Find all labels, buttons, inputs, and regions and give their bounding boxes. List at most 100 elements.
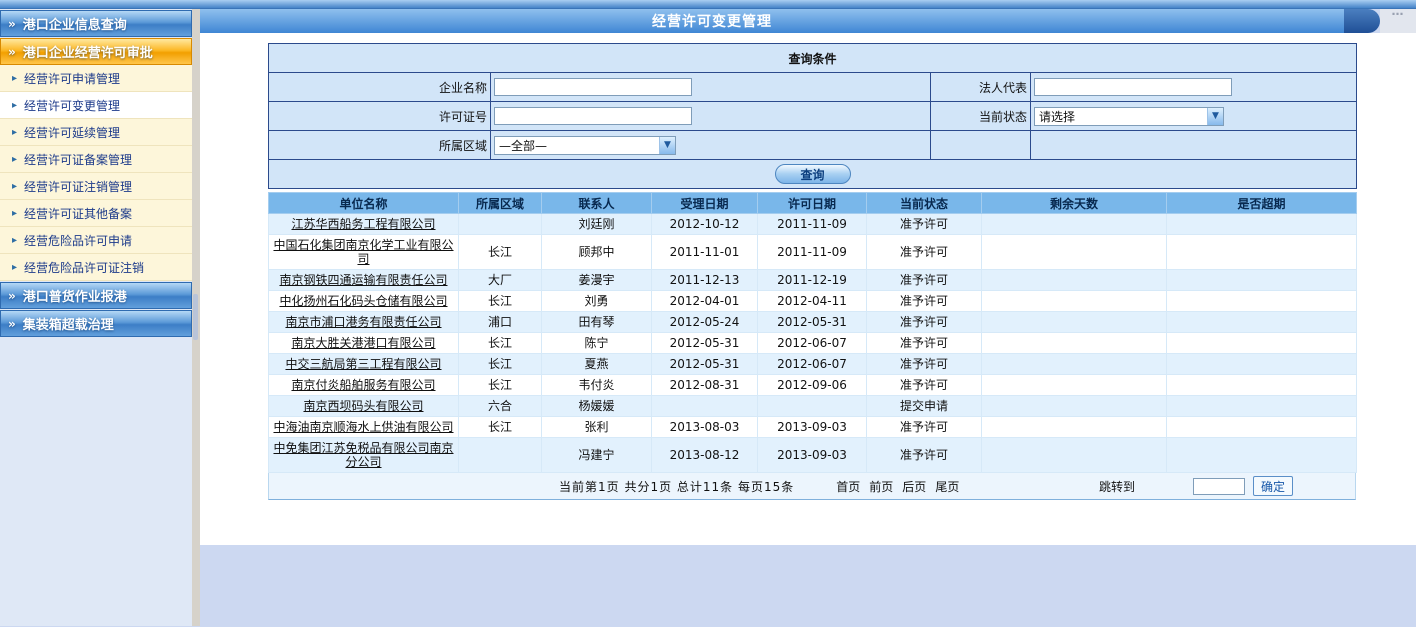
table-cell: 2012-10-12 xyxy=(652,214,758,235)
results-table: 单位名称所属区域联系人受理日期许可日期当前状态剩余天数是否超期 江苏华西船务工程… xyxy=(268,192,1357,473)
sidebar-item[interactable]: ▸ 经营许可延续管理 xyxy=(0,119,192,146)
table-cell: 2011-11-09 xyxy=(758,214,867,235)
page-title: 经营许可变更管理 xyxy=(652,11,772,31)
status-select[interactable]: 请选择 ▼ xyxy=(1034,107,1224,126)
table-cell: 2011-11-09 xyxy=(758,235,867,270)
table-cell xyxy=(982,312,1167,333)
table-cell: 刘勇 xyxy=(542,291,652,312)
company-name-link[interactable]: 中交三航局第三工程有限公司 xyxy=(285,357,441,371)
company-name-link[interactable]: 中化扬州石化码头仓储有限公司 xyxy=(279,294,447,308)
company-name-link[interactable]: 江苏华西船务工程有限公司 xyxy=(291,217,435,231)
table-cell: 2012-04-11 xyxy=(758,291,867,312)
sidebar-item[interactable]: ▸ 经营许可证备案管理 xyxy=(0,146,192,173)
item-arrow-icon: ▸ xyxy=(12,235,17,246)
legal-rep-input[interactable] xyxy=(1034,78,1232,96)
table-cell xyxy=(982,333,1167,354)
company-name-link[interactable]: 南京大胜关港港口有限公司 xyxy=(291,336,435,350)
table-cell: 长江 xyxy=(459,291,542,312)
sidebar-section-label: 集装箱超载治理 xyxy=(23,314,114,333)
license-no-input[interactable] xyxy=(494,107,692,125)
query-form: 查询条件 企业名称 法人代表 许可证号 当前状态 请选择 ▼ xyxy=(268,43,1357,189)
table-cell: 准予许可 xyxy=(867,354,982,375)
company-name-link[interactable]: 南京市浦口港务有限责任公司 xyxy=(285,315,441,329)
table-cell: 长江 xyxy=(459,354,542,375)
region-label: 所属区域 xyxy=(269,131,491,160)
last-page-link[interactable]: 尾页 xyxy=(935,478,959,495)
sidebar-section[interactable]: »港口企业经营许可审批 xyxy=(0,38,192,65)
item-arrow-icon: ▸ xyxy=(12,262,17,273)
content-panel: 查询条件 企业名称 法人代表 许可证号 当前状态 请选择 ▼ xyxy=(200,33,1416,545)
sidebar-item[interactable]: ▸经营危险品许可证注销 xyxy=(0,254,192,281)
company-name-link[interactable]: 中免集团江苏免税品有限公司南京分公司 xyxy=(273,441,453,469)
title-bar-blue: 经营许可变更管理 xyxy=(200,9,1344,33)
table-cell: 浦口 xyxy=(459,312,542,333)
license-no-label: 许可证号 xyxy=(269,102,491,131)
table-cell: 2012-06-07 xyxy=(758,354,867,375)
sidebar-item[interactable]: ▸经营许可申请管理 xyxy=(0,65,192,92)
table-cell: 准予许可 xyxy=(867,333,982,354)
company-name-link[interactable]: 南京付炎船舶服务有限公司 xyxy=(291,378,435,392)
company-name-link[interactable]: 中国石化集团南京化学工业有限公司 xyxy=(273,238,453,266)
window-grip[interactable]: ⋯ xyxy=(1380,9,1416,33)
company-name-link[interactable]: 南京西坝码头有限公司 xyxy=(303,399,423,413)
sidebar-item-label: 经营许可申请管理 xyxy=(24,70,120,87)
company-name-cell: 江苏华西船务工程有限公司 xyxy=(269,214,459,235)
title-bar: 经营许可变更管理 ⋯ xyxy=(200,9,1416,33)
first-page-link[interactable]: 首页 xyxy=(836,478,860,495)
grip-dots-icon: ⋯ xyxy=(1392,9,1405,19)
sidebar-section[interactable]: »港口企业信息查询 xyxy=(0,10,192,37)
table-cell: 六合 xyxy=(459,396,542,417)
sidebar-section[interactable]: »港口普货作业报港 xyxy=(0,282,192,309)
item-arrow-icon: ▸ xyxy=(12,181,17,192)
sidebar-item-label: 经营许可延续管理 xyxy=(24,124,120,141)
company-name-link[interactable]: 南京钢铁四通运输有限责任公司 xyxy=(279,273,447,287)
search-button[interactable]: 查询 xyxy=(775,164,851,184)
legal-rep-label: 法人代表 xyxy=(931,73,1031,102)
sidebar-section[interactable]: »集装箱超载治理 xyxy=(0,310,192,337)
company-name-input[interactable] xyxy=(494,78,692,96)
sidebar-item-label: 经营许可证备案管理 xyxy=(24,151,132,168)
table-cell xyxy=(1167,235,1357,270)
sidebar-item[interactable]: ▸ 经营许可证注销管理 xyxy=(0,173,192,200)
table-cell xyxy=(982,354,1167,375)
table-cell: 2012-05-24 xyxy=(652,312,758,333)
sidebar-section-label: 港口企业信息查询 xyxy=(23,14,127,33)
top-strip xyxy=(0,0,1416,9)
company-name-link[interactable]: 中海油南京顺海水上供油有限公司 xyxy=(273,420,453,434)
table-cell: 2013-08-12 xyxy=(652,438,758,473)
company-name-cell: 南京付炎船舶服务有限公司 xyxy=(269,375,459,396)
table-cell xyxy=(982,396,1167,417)
sidebar-section-label: 港口普货作业报港 xyxy=(23,286,127,305)
prev-page-link[interactable]: 前页 xyxy=(869,478,893,495)
next-page-link[interactable]: 后页 xyxy=(902,478,926,495)
table-cell xyxy=(1167,270,1357,291)
table-cell: 2012-06-07 xyxy=(758,333,867,354)
table-cell: 准予许可 xyxy=(867,291,982,312)
company-name-label: 企业名称 xyxy=(269,73,491,102)
item-arrow-icon: ▸ xyxy=(12,127,17,138)
sidebar-item[interactable]: ▸经营许可证其他备案 xyxy=(0,200,192,227)
item-arrow-icon: ▸ xyxy=(12,154,17,165)
table-cell: 准予许可 xyxy=(867,312,982,333)
region-select[interactable]: —全部— ▼ xyxy=(494,136,676,155)
table-cell xyxy=(652,396,758,417)
sidebar-splitter[interactable] xyxy=(192,9,200,626)
jump-page-input[interactable] xyxy=(1193,478,1245,495)
table-cell: 2012-04-01 xyxy=(652,291,758,312)
table-cell xyxy=(982,214,1167,235)
table-cell: 顾邦中 xyxy=(542,235,652,270)
table-row: 中免集团江苏免税品有限公司南京分公司冯建宁2013-08-122013-09-0… xyxy=(269,438,1357,473)
table-row: 中海油南京顺海水上供油有限公司长江张利2013-08-032013-09-03准… xyxy=(269,417,1357,438)
sidebar-item[interactable]: ▸经营危险品许可申请 xyxy=(0,227,192,254)
table-row: 江苏华西船务工程有限公司刘廷刚2012-10-122011-11-09准予许可 xyxy=(269,214,1357,235)
table-cell xyxy=(982,375,1167,396)
company-name-cell: 南京市浦口港务有限责任公司 xyxy=(269,312,459,333)
confirm-button[interactable]: 确定 xyxy=(1253,476,1293,496)
table-cell xyxy=(1167,354,1357,375)
sidebar-item[interactable]: ▸经营许可变更管理 xyxy=(0,92,192,119)
sidebar-item-label: 经营许可证注销管理 xyxy=(24,178,132,195)
table-row: 南京付炎船舶服务有限公司长江韦付炎2012-08-312012-09-06准予许… xyxy=(269,375,1357,396)
table-cell: 夏燕 xyxy=(542,354,652,375)
sidebar-item-label: 经营许可证其他备案 xyxy=(24,205,132,222)
search-button-row: 查询 xyxy=(269,160,1357,189)
